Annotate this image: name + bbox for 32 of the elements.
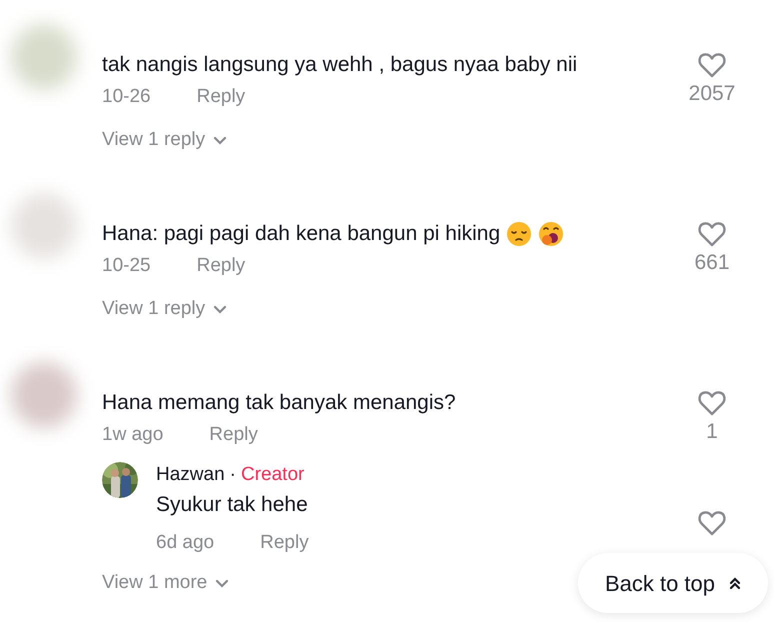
chevron-down-icon	[215, 578, 230, 588]
view-replies-link[interactable]: View 1 reply	[102, 127, 228, 153]
comment-date: 10-25	[102, 254, 151, 278]
reply-link[interactable]: Reply	[196, 84, 246, 110]
view-replies-link[interactable]: View 1 reply	[102, 296, 228, 322]
reply-link[interactable]: Reply	[196, 253, 246, 279]
reply-link[interactable]: Reply	[209, 422, 258, 448]
chevron-down-icon	[213, 136, 228, 144]
pensive-face-icon	[506, 221, 532, 247]
heart-icon[interactable]	[698, 221, 726, 247]
creator-label: Creator	[240, 463, 304, 487]
reply-text: Syukur tak hehe	[156, 492, 308, 518]
back-to-top-button[interactable]: Back to top	[578, 553, 768, 613]
comment-text: Hana: pagi pagi dah kena bangun pi hiking	[102, 221, 500, 247]
reply-link[interactable]: Reply	[260, 530, 309, 556]
reply-date: 6d ago	[156, 531, 214, 555]
separator-dot: ·	[230, 463, 236, 487]
author-name: Hazwan	[156, 463, 225, 487]
comment-date: 10-26	[102, 85, 151, 109]
view-replies-link[interactable]: View 1 more	[102, 570, 230, 596]
heart-icon[interactable]	[698, 510, 726, 536]
like-count: 1	[706, 419, 718, 445]
like-count: 2057	[688, 81, 736, 107]
double-chevron-up-icon	[729, 576, 742, 590]
heart-icon[interactable]	[698, 390, 726, 416]
like-count: 661	[694, 250, 730, 276]
comment-text: Hana memang tak banyak menangis?	[102, 390, 456, 416]
comment-text: tak nangis langsung ya wehh , bagus nyaa baby nii	[102, 52, 578, 78]
chevron-down-icon	[213, 304, 228, 314]
heart-icon[interactable]	[698, 52, 726, 78]
yawning-face-icon	[538, 221, 564, 247]
comment-date: 1w ago	[102, 423, 164, 447]
